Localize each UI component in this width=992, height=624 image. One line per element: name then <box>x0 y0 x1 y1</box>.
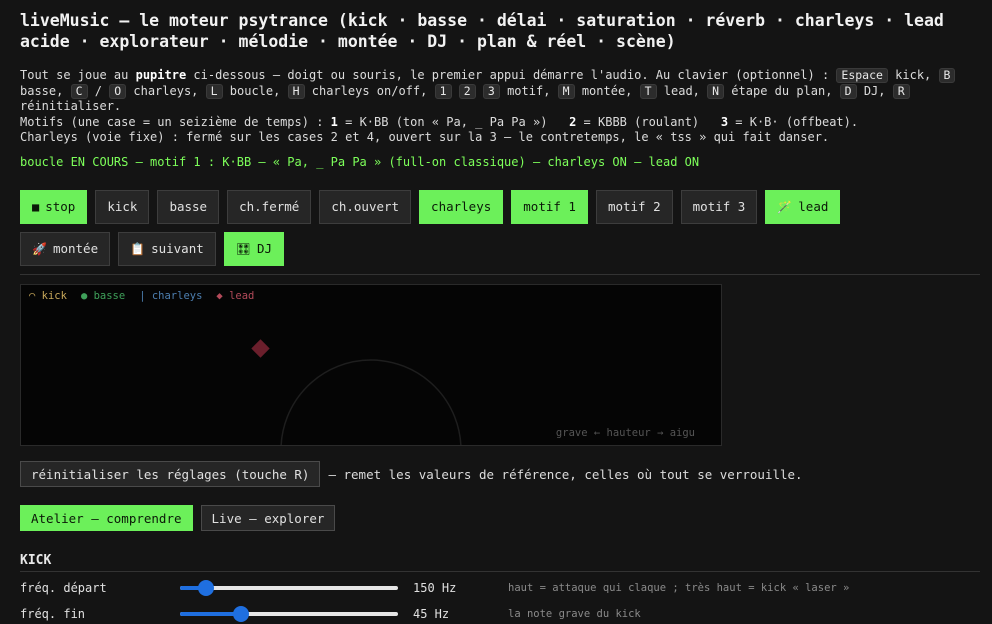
start-freq-slider[interactable] <box>180 578 398 598</box>
pupitre-word: pupitre <box>135 68 187 82</box>
motif-3-button[interactable]: motif 3 <box>680 189 758 224</box>
scene-canvas <box>251 339 462 445</box>
kick-section-title: KICK <box>20 553 52 568</box>
dj-toggle[interactable]: 🎛 DJ <box>223 231 285 266</box>
key-l: L <box>205 83 223 99</box>
key-h: H <box>287 83 305 99</box>
motif-1-button[interactable]: motif 1 <box>511 189 588 224</box>
open-hihat-pad[interactable]: ch.ouvert <box>319 189 412 224</box>
dj-controller-icon: 🎛 <box>235 241 251 256</box>
key-b: B <box>938 68 956 83</box>
page-title: liveMusic — le moteur psytrance (kick · … <box>20 11 944 51</box>
montee-button[interactable]: 🚀 montée <box>20 231 111 266</box>
basse-pad[interactable]: basse <box>157 189 220 224</box>
charleys-toggle[interactable]: charleys <box>419 189 504 224</box>
clipboard-icon: 📋 <box>130 241 146 256</box>
key-d: D <box>839 83 857 99</box>
mode-atelier-button[interactable]: Atelier — comprendre <box>20 505 193 531</box>
key-o: O <box>109 83 127 99</box>
param-label: fréq. fin <box>20 607 86 621</box>
lead-toggle[interactable]: 🪄 lead <box>765 189 841 224</box>
param-value: 150 Hz <box>413 581 457 595</box>
kick-ring <box>280 359 462 445</box>
key-r: R <box>892 83 910 99</box>
lead-diamond <box>251 339 270 358</box>
param-hint: haut = attaque qui claque ; très haut = … <box>508 582 850 594</box>
loop-status: boucle EN COURS — motif 1 : K·BB — « Pa,… <box>20 154 700 169</box>
key-c: C <box>70 83 88 99</box>
end-freq-slider[interactable] <box>180 604 398 624</box>
key-1: 1 <box>434 83 452 99</box>
closed-hihat-pad[interactable]: ch.fermé <box>227 189 312 224</box>
param-row-end-freq: fréq. fin 45 Hz la note grave du kick <box>20 604 980 624</box>
mode-live-button[interactable]: Live — explorer <box>200 505 336 531</box>
key-t: T <box>639 83 657 99</box>
key-m: M <box>557 83 575 99</box>
param-value: 45 Hz <box>413 607 450 621</box>
next-step-button[interactable]: 📋 suivant <box>118 231 216 266</box>
stop-button[interactable]: ■ stop <box>20 189 88 224</box>
param-row-start-freq: fréq. départ 150 Hz haut = attaque qui c… <box>20 578 980 598</box>
slider-thumb[interactable] <box>198 580 215 596</box>
reset-settings-button[interactable]: réinitialiser les réglages (touche R) <box>20 461 321 487</box>
magic-wand-icon: 🪄 <box>777 199 793 214</box>
motif-2-button[interactable]: motif 2 <box>595 189 673 224</box>
divider <box>20 273 980 275</box>
rocket-icon: 🚀 <box>32 241 47 256</box>
key-2: 2 <box>458 83 476 99</box>
key-3: 3 <box>482 83 500 99</box>
section-divider <box>20 571 980 572</box>
reset-description: — remet les valeurs de référence, celles… <box>328 466 803 482</box>
pupitre: ■ stop kick basse ch.fermé ch.ouvert char… <box>20 189 920 266</box>
scene-visualizer: ◠ kick ● basse | charleys ◆ lead grave ←… <box>20 284 722 446</box>
charleys-explainer: Charleys (voie fixe) : fermé sur les cas… <box>20 130 830 144</box>
key-n: N <box>707 83 725 99</box>
mode-switch: Atelier — comprendre Live — explorer <box>20 505 336 531</box>
param-label: fréq. départ <box>20 581 107 595</box>
param-hint: la note grave du kick <box>508 608 641 620</box>
kick-pad[interactable]: kick <box>95 189 150 224</box>
key-space: Espace <box>836 68 888 83</box>
stop-icon: ■ <box>32 199 40 214</box>
pitch-axis-note: grave ← hauteur → aigu <box>555 427 695 439</box>
intro-text: Tout se joue au pupitre ci-dessous — doi… <box>20 68 980 146</box>
